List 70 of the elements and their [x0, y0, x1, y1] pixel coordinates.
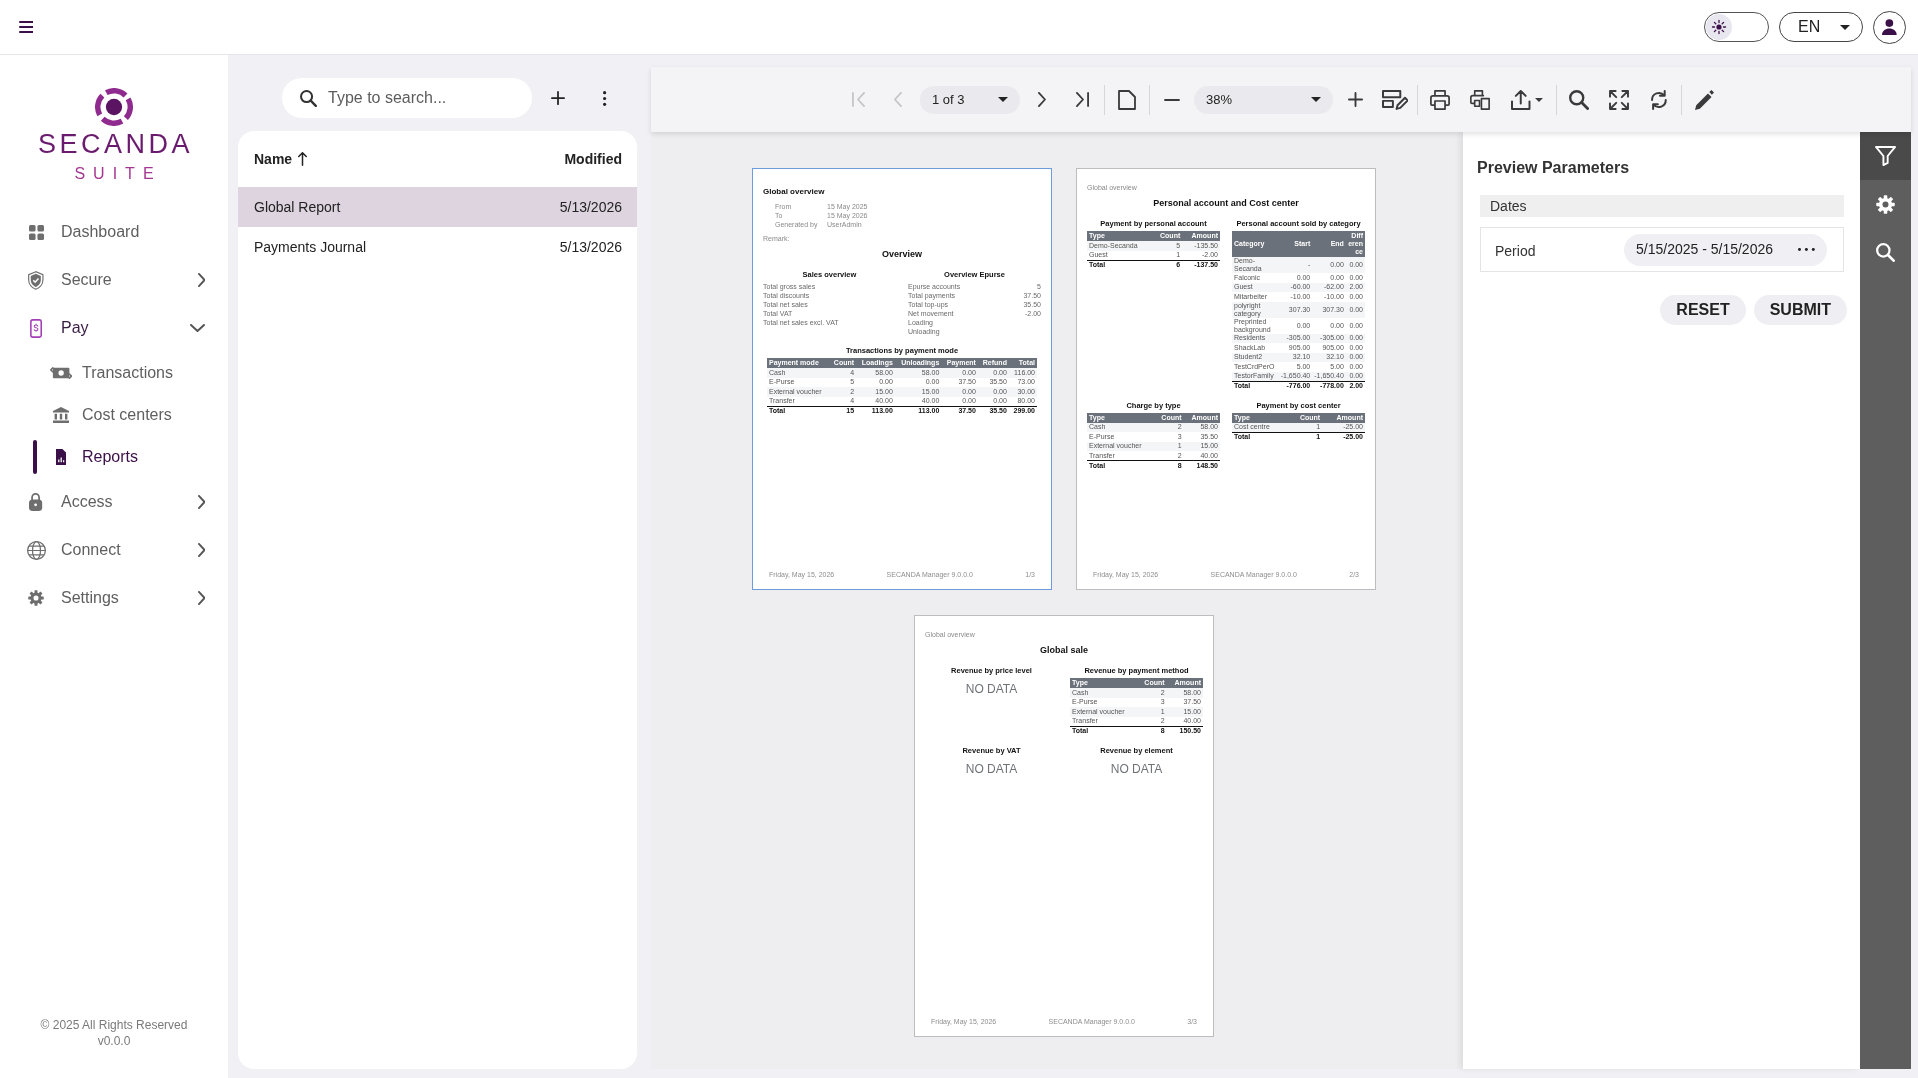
theme-switch[interactable]	[1704, 12, 1769, 42]
gear-icon	[1876, 194, 1895, 214]
search-icon	[1876, 242, 1895, 262]
no-data-text: NO DATA	[964, 682, 1019, 696]
chevron-right-icon	[197, 495, 205, 509]
account-button[interactable]	[1873, 10, 1906, 44]
caret-down-icon	[998, 97, 1008, 102]
logo-mark-icon	[95, 88, 133, 126]
sidebar-item[interactable]: Connect	[0, 526, 228, 574]
page-title: Personal account and Cost center	[1152, 198, 1300, 209]
filter-icon	[1874, 146, 1897, 166]
report-page[interactable]	[1076, 168, 1376, 590]
panel-title: Preview Parameters	[1477, 158, 1631, 178]
reset-button[interactable]: RESET	[1660, 295, 1746, 325]
phone-icon	[29, 318, 43, 338]
page-title: Overview	[881, 249, 923, 260]
column-header[interactable]: Name	[254, 148, 308, 170]
chevron-right-icon	[197, 273, 205, 287]
page-select[interactable]: 1 of 3	[920, 85, 1020, 114]
column-header[interactable]: Modified	[564, 148, 622, 170]
date-range-field[interactable]: 5/15/2025 - 5/15/2026	[1624, 233, 1827, 266]
sidebar-item[interactable]: Settings	[0, 574, 228, 622]
no-data-text: NO DATA	[1109, 761, 1164, 776]
caret-down-icon	[1840, 24, 1850, 30]
report-page[interactable]	[752, 168, 1052, 590]
bank-icon	[53, 407, 69, 423]
sidebar-item[interactable]: Access	[0, 478, 228, 526]
sun-icon	[1706, 14, 1732, 40]
caret-down-icon	[1534, 97, 1543, 102]
search-field[interactable]: Type to search...	[282, 78, 532, 118]
more-icon	[1798, 248, 1815, 251]
padlock-icon	[29, 493, 43, 511]
plus-icon	[551, 91, 565, 105]
document-chart-icon	[55, 449, 67, 465]
filter-tab[interactable]	[1860, 132, 1911, 180]
list-item[interactable]: Payments Journal 5/13/2026	[238, 227, 637, 267]
page-title: Global sale	[1039, 645, 1089, 656]
grid-icon	[28, 224, 44, 240]
copyright-text: © 2025 All Rights Reserved	[39, 1017, 189, 1033]
globe-icon	[26, 540, 46, 560]
shield-icon	[28, 270, 44, 290]
sidebar-item[interactable]: Secure	[0, 256, 228, 304]
sidebar-item[interactable]: Reports	[0, 436, 228, 478]
logo-tagline: SUITE	[73, 166, 162, 182]
report-title: Global overview	[763, 187, 826, 197]
sidebar-item[interactable]: Pay	[0, 304, 228, 352]
report-page[interactable]	[914, 615, 1214, 1037]
chevron-right-icon	[197, 591, 205, 605]
field-label: Period	[1495, 242, 1536, 261]
menu-icon	[18, 21, 34, 33]
search-icon	[300, 90, 317, 107]
sidebar-item[interactable]: Cost centers	[0, 394, 228, 436]
submit-button[interactable]: SUBMIT	[1753, 295, 1847, 325]
person-icon	[1882, 19, 1897, 35]
chevron-down-icon	[190, 324, 205, 332]
group-header: Dates	[1480, 195, 1844, 217]
zoom-select[interactable]: 38%	[1194, 85, 1333, 114]
logo-text: SECANDA	[37, 132, 193, 156]
selection-indicator	[33, 440, 37, 474]
kebab-menu-icon	[603, 90, 607, 106]
caret-down-icon	[1311, 97, 1321, 102]
no-data-text: NO DATA	[964, 761, 1019, 776]
list-item[interactable]: Global Report 5/13/2026	[238, 187, 637, 227]
sidebar-item[interactable]: Transactions	[0, 352, 228, 394]
chevron-right-icon	[197, 543, 205, 557]
gear-icon	[28, 590, 44, 606]
sidebar-item[interactable]: Dashboard	[0, 208, 228, 256]
version-text: v0.0.0	[96, 1033, 132, 1049]
banknote-icon	[49, 367, 73, 379]
language-dropdown[interactable]: EN	[1779, 12, 1863, 42]
